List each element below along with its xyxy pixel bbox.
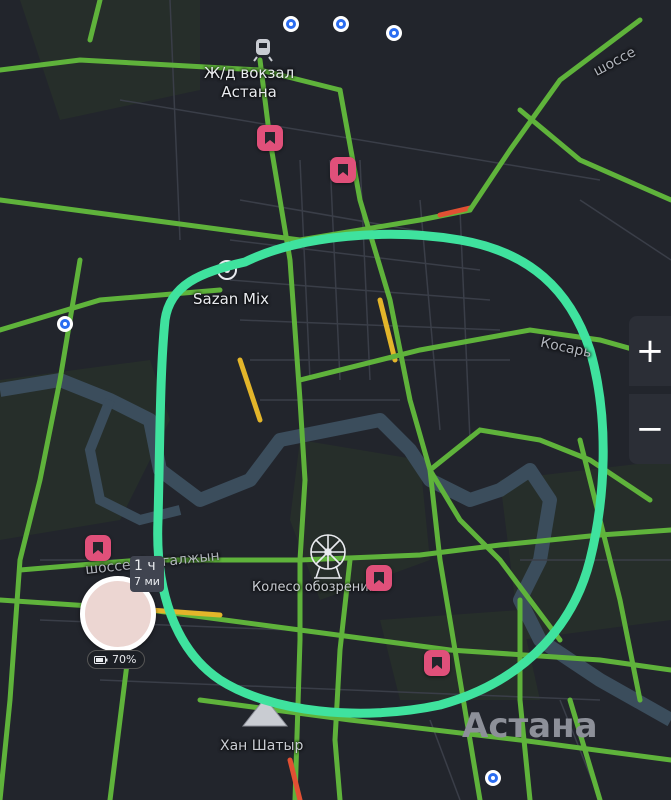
bookmark-marker[interactable] — [366, 565, 392, 591]
battery-icon — [94, 655, 108, 664]
khan-shatyr-label: Хан Шатыр — [220, 738, 304, 754]
bookmark-marker[interactable] — [330, 157, 356, 183]
tooltip-line1: 1 ч — [134, 558, 156, 574]
ferris-wheel-label: Колесо обозрения — [252, 580, 377, 595]
bookmark-icon — [265, 132, 275, 144]
bus-stop-icon[interactable] — [57, 316, 73, 332]
bus-stop-icon[interactable] — [283, 16, 299, 32]
bookmark-marker[interactable] — [424, 650, 450, 676]
zoom-in-button[interactable]: + — [629, 316, 671, 386]
bus-stop-icon[interactable] — [386, 25, 402, 41]
zoom-out-button[interactable]: − — [629, 394, 671, 464]
battery-label: 70% — [112, 653, 137, 666]
bus-stop-icon[interactable] — [485, 770, 501, 786]
sazan-label: Sazan Mix — [193, 290, 270, 308]
city-label: Астана — [462, 706, 598, 746]
bookmark-icon — [93, 542, 103, 554]
map-canvas — [0, 0, 671, 800]
user-tooltip: 1 ч 7 ми — [130, 556, 164, 592]
bookmark-icon — [338, 164, 348, 176]
bus-stop-icon[interactable] — [333, 16, 349, 32]
bookmark-marker[interactable] — [257, 125, 283, 151]
railway-icon[interactable] — [253, 39, 273, 62]
station-label: Ж/д вокзал Астана — [204, 64, 295, 101]
bookmark-icon — [374, 572, 384, 584]
bookmark-icon — [432, 657, 442, 669]
bookmark-marker[interactable] — [85, 535, 111, 561]
battery-indicator: 70% — [87, 650, 146, 669]
map-view[interactable]: Ж/д вокзал Астана Sazan Mix шоссе Косарь… — [0, 0, 671, 800]
tooltip-line2: 7 ми — [134, 575, 160, 588]
